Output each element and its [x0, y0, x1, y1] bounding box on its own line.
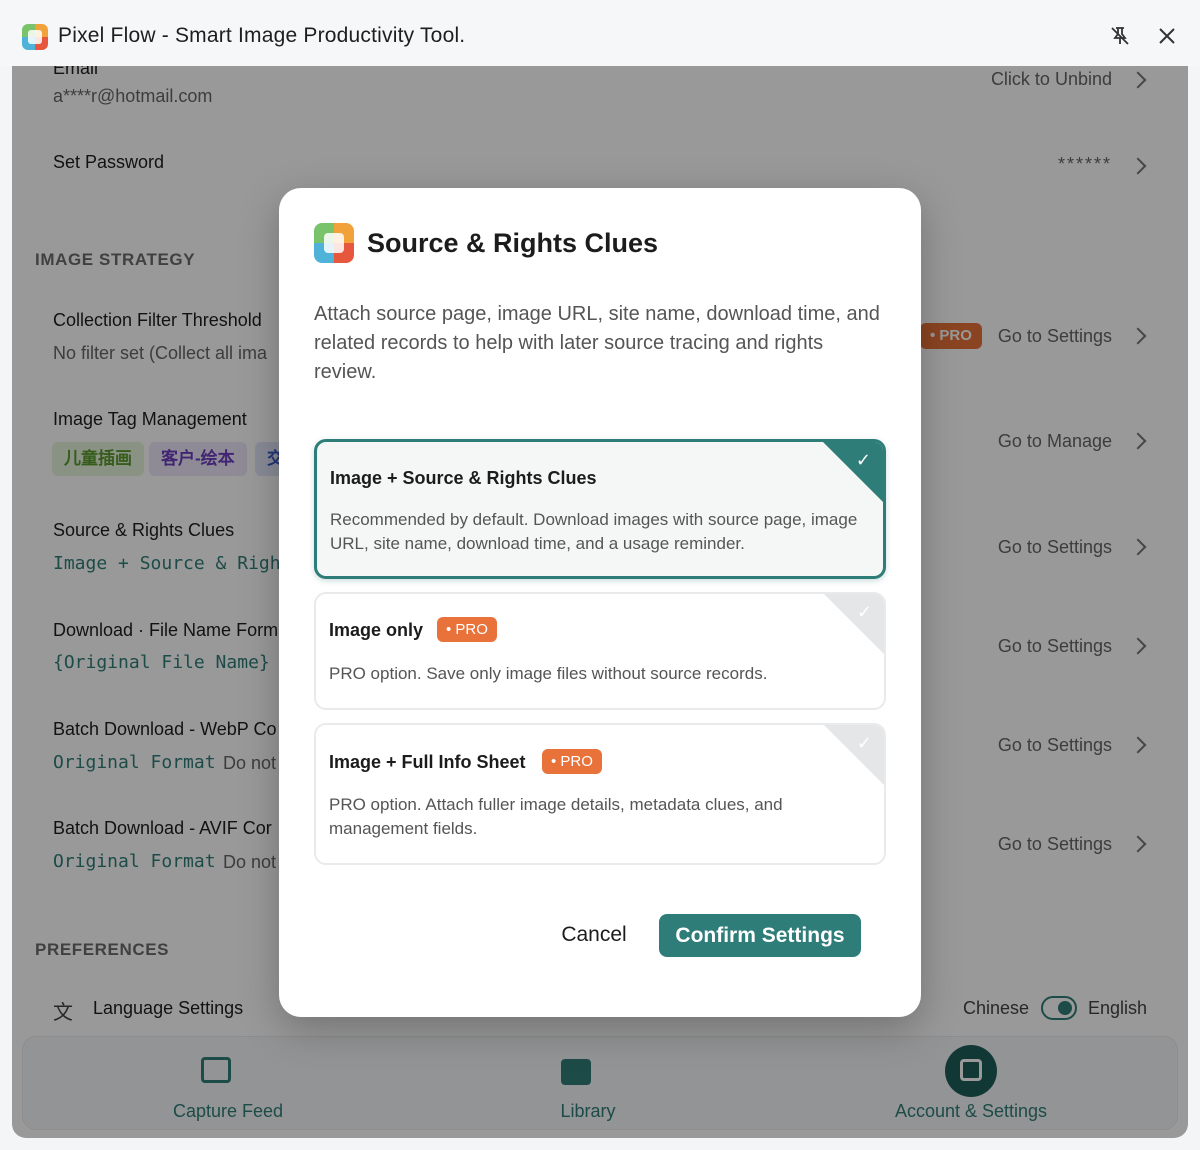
option-description: Recommended by default. Download images …	[330, 510, 858, 553]
check-icon: ✓	[856, 733, 872, 753]
check-icon: ✓	[856, 602, 872, 622]
app-logo-icon	[314, 223, 354, 263]
unselected-corner	[824, 594, 884, 654]
option-image-source-rights[interactable]: ✓ Image + Source & Rights Clues Recommen…	[314, 439, 886, 579]
app-logo-icon	[22, 24, 48, 50]
window-title: Pixel Flow - Smart Image Productivity To…	[58, 24, 466, 47]
close-icon[interactable]	[1153, 22, 1181, 50]
cancel-button[interactable]: Cancel	[541, 914, 647, 956]
source-rights-dialog: Source & Rights Clues Attach source page…	[279, 188, 921, 1017]
option-image-only[interactable]: ✓ Image only • PRO PRO option. Save only…	[314, 592, 886, 710]
pin-off-icon[interactable]	[1106, 22, 1134, 50]
pro-badge: • PRO	[437, 617, 497, 642]
option-title: Image + Source & Rights Clues	[330, 468, 597, 488]
dialog-title: Source & Rights Clues	[367, 228, 659, 258]
option-title: Image only	[329, 620, 424, 640]
selected-corner	[823, 442, 883, 502]
option-title: Image + Full Info Sheet	[329, 752, 526, 772]
dialog-description: Attach source page, image URL, site name…	[314, 303, 880, 383]
title-bar: Pixel Flow - Smart Image Productivity To…	[0, 0, 1200, 66]
unselected-corner	[824, 725, 884, 785]
option-description: PRO option. Save only image files withou…	[329, 664, 768, 683]
pro-badge: • PRO	[542, 749, 602, 774]
confirm-settings-button[interactable]: Confirm Settings	[659, 914, 861, 957]
option-description: PRO option. Attach fuller image details,…	[329, 795, 783, 838]
option-full-info-sheet[interactable]: ✓ Image + Full Info Sheet • PRO PRO opti…	[314, 723, 886, 865]
check-icon: ✓	[855, 450, 871, 470]
